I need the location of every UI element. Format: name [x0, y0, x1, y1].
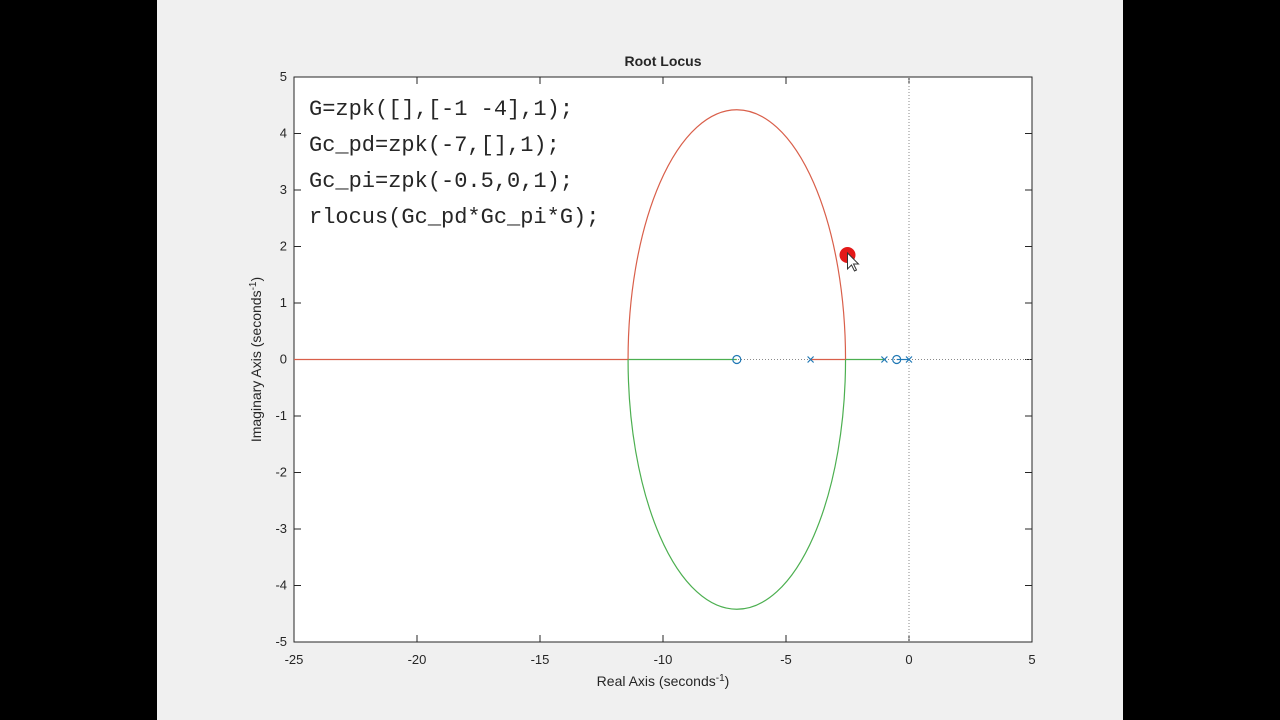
- y-tick-label: -2: [275, 465, 287, 480]
- code-line: Gc_pi=zpk(-0.5,0,1);: [309, 169, 573, 194]
- code-line: Gc_pd=zpk(-7,[],1);: [309, 133, 560, 158]
- y-tick-label: -5: [275, 634, 287, 649]
- y-axis-label-main: Imaginary Axis (seconds: [248, 290, 264, 442]
- x-tick-label: 5: [1028, 652, 1035, 667]
- x-axis-label-end: ): [725, 673, 730, 689]
- y-tick-label: 5: [280, 69, 287, 84]
- y-tick-label: -1: [275, 408, 287, 423]
- code-line: rlocus(Gc_pd*Gc_pi*G);: [309, 205, 599, 230]
- y-tick-label: -4: [275, 578, 287, 593]
- y-tick-label: 1: [280, 295, 287, 310]
- code-line: G=zpk([],[-1 -4],1);: [309, 97, 573, 122]
- y-tick-label: 2: [280, 239, 287, 254]
- x-tick-label: -5: [780, 652, 792, 667]
- x-tick-label: -10: [654, 652, 673, 667]
- x-tick-label: -20: [408, 652, 427, 667]
- y-axis-label-end: ): [248, 277, 264, 282]
- chart-title: Root Locus: [625, 53, 702, 69]
- y-axis-label: Imaginary Axis (seconds-1): [248, 277, 265, 442]
- y-tick-label: -3: [275, 521, 287, 536]
- figure-window: -25 -20 -15 -10 -5 0 5 -5 -4 -3 -2 -1 0 1 2 3 4 5 Root Lo…: [157, 0, 1123, 720]
- x-tick-label: 0: [905, 652, 912, 667]
- x-axis-label: Real Axis (seconds-1): [597, 673, 730, 690]
- y-tick-label: 3: [280, 182, 287, 197]
- root-locus-plot[interactable]: -25 -20 -15 -10 -5 0 5-5-4-3-2-1012345 Root Lo…: [157, 0, 1123, 720]
- x-tick-label: -25: [285, 652, 304, 667]
- y-tick-label: 4: [280, 126, 287, 141]
- x-axis-label-main: Real Axis (seconds: [597, 673, 716, 689]
- y-tick-label: 0: [280, 352, 287, 367]
- x-tick-label: -15: [531, 652, 550, 667]
